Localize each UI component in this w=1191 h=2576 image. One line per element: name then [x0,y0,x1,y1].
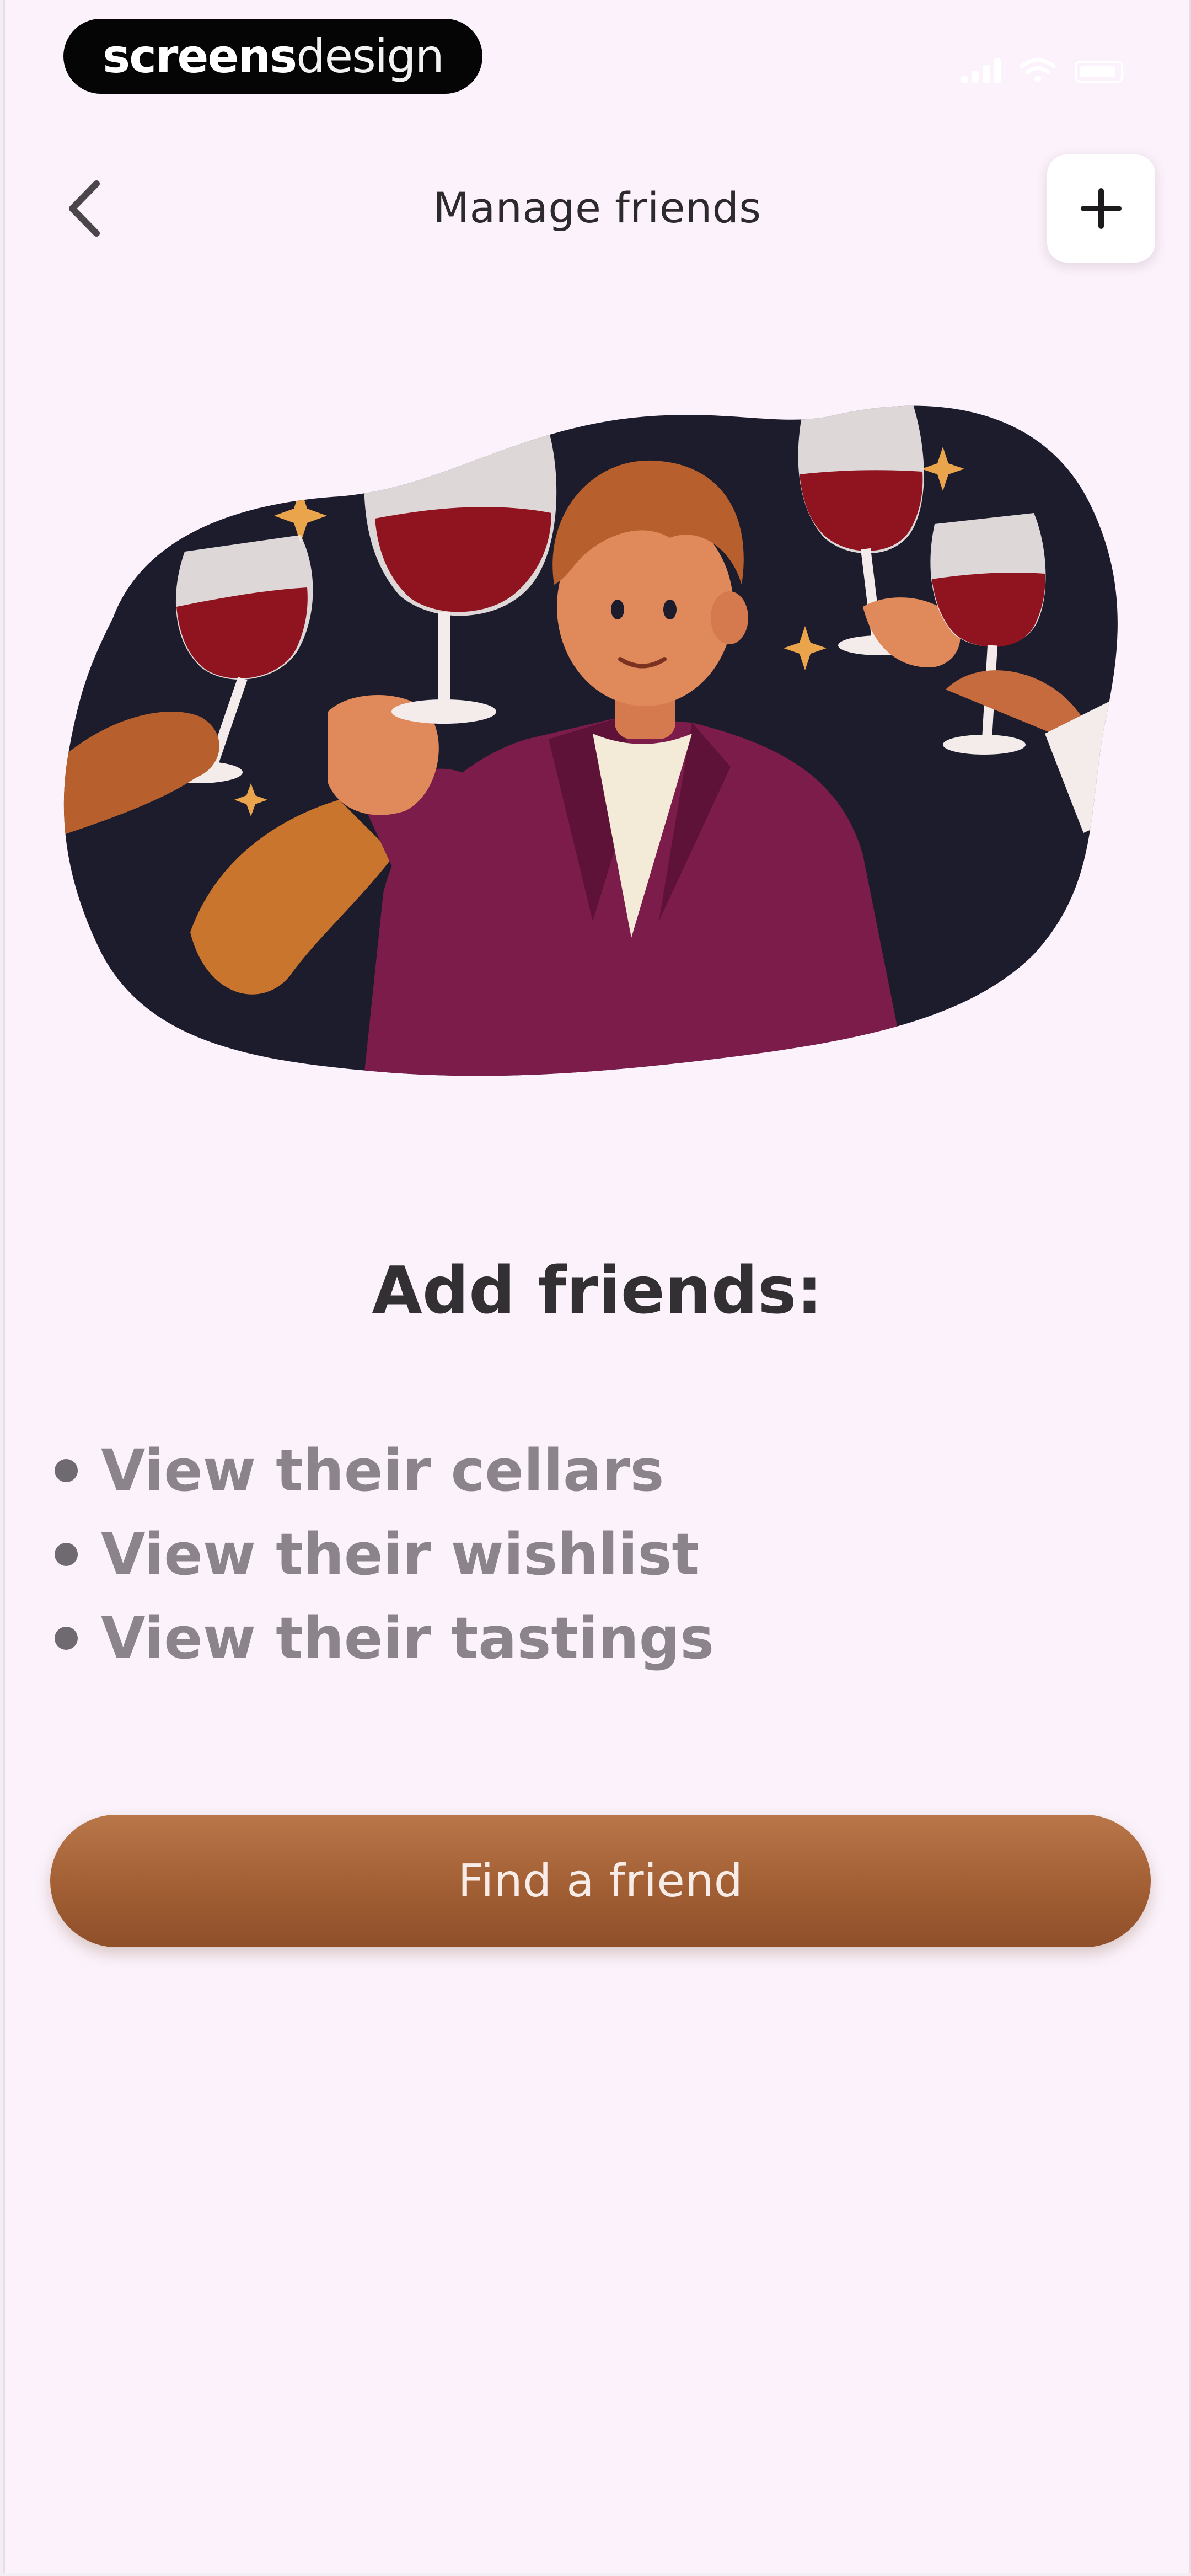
watermark-light-text: design [296,29,444,83]
add-friends-heading: Add friends: [372,1252,823,1328]
watermark-logo: screens design [63,19,482,94]
benefits-list: View their cellars View their wishlist V… [55,1429,714,1680]
wifi-icon [1020,58,1056,82]
plus-icon [1081,188,1122,229]
page-title: Manage friends [433,183,761,232]
list-item: View their wishlist [55,1513,714,1596]
phone-screen: screens design Manage friends Add friend… [3,0,1191,2573]
list-item: View their tastings [55,1596,714,1680]
watermark-bold-text: screens [103,29,297,83]
battery-icon [1075,61,1123,83]
find-friend-button[interactable]: Find a friend [50,1815,1151,1947]
bullet-icon [55,1459,78,1482]
add-friend-button[interactable] [1047,154,1155,263]
benefit-text: View their wishlist [101,1521,700,1588]
status-icons [961,57,1123,83]
benefit-text: View their cellars [101,1437,664,1504]
bullet-icon [55,1627,78,1650]
cellular-signal-icon [961,57,1001,83]
list-item: View their cellars [55,1429,714,1513]
benefit-text: View their tastings [101,1605,715,1672]
bullet-icon [55,1543,78,1566]
friends-toasting-wine-illustration [63,405,1118,1076]
